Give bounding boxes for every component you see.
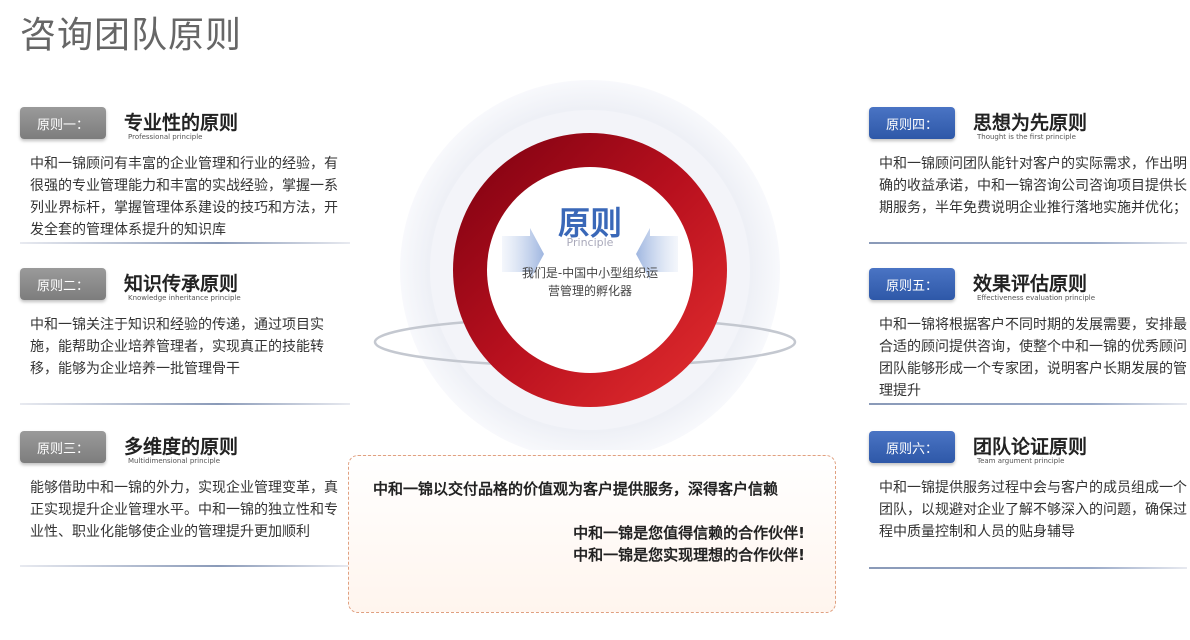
principle-card-1: 原则一： 专业性的原则 Professional principle 中和一锦顾…: [20, 107, 350, 247]
divider: [869, 567, 1187, 569]
center-subtitle: Principle: [566, 236, 614, 249]
principle-body-2: 中和一锦关注于知识和经验的传递，通过项目实施，能帮助企业培养管理者，实现真正的技…: [30, 317, 324, 377]
principle-card-3: 原则三： 多维度的原则 Multidimensional principle 能…: [20, 431, 350, 571]
principle-body-3: 能够借助中和一锦的外力，实现企业管理变革，真正实现提升企业管理水平。中和一锦的独…: [30, 480, 338, 540]
principle-subtitle-2: Knowledge inheritance principle: [128, 294, 241, 302]
principle-badge-1: 原则一：: [20, 107, 106, 139]
callout-statement: 中和一锦以交付品格的价值观为客户提供服务，深得客户信赖: [373, 480, 779, 498]
principle-title-3: 多维度的原则: [124, 436, 239, 458]
principle-badge-2: 原则二：: [20, 268, 106, 300]
principle-subtitle-3: Multidimensional principle: [128, 457, 221, 465]
principle-card-6: 原则六： 团队论证原则 Team argument principle 中和一锦…: [869, 431, 1189, 571]
divider: [869, 403, 1187, 405]
principle-title-5: 效果评估原则: [973, 273, 1088, 295]
callout-box: 中和一锦以交付品格的价值观为客户提供服务，深得客户信赖 中和一锦是您值得信赖的合…: [348, 455, 836, 613]
principle-title-4: 思想为先原则: [973, 112, 1088, 134]
principle-body-4: 中和一锦顾问团队能针对客户的实际需求，作出明确的收益承诺，中和一锦咨询公司咨询项…: [879, 156, 1187, 216]
principle-badge-5: 原则五：: [869, 268, 955, 300]
callout-slogan-1: 中和一锦是您值得信赖的合作伙伴!: [573, 524, 805, 542]
principle-body-5: 中和一锦将根据客户不同时期的发展需要，安排最合适的顾问提供咨询，使整个中和一锦的…: [879, 317, 1187, 399]
page-title: 咨询团队原则: [20, 15, 243, 56]
principle-badge-4: 原则四：: [869, 107, 955, 139]
principle-card-2: 原则二： 知识传承原则 Knowledge inheritance princi…: [20, 268, 350, 408]
divider: [869, 242, 1187, 244]
principle-badge-6: 原则六：: [869, 431, 955, 463]
divider: [20, 242, 350, 244]
center-ring-graphic: [373, 80, 797, 450]
center-description: 我们是-中国中小型组织运营管理的孵化器: [521, 266, 659, 298]
principle-title-6: 团队论证原则: [973, 436, 1088, 458]
divider: [20, 403, 350, 405]
principle-card-5: 原则五： 效果评估原则 Effectiveness evaluation pri…: [869, 268, 1189, 408]
principle-title-1: 专业性的原则: [124, 112, 239, 134]
principle-body-6: 中和一锦提供服务过程中会与客户的成员组成一个团队，以规避对企业了解不够深入的问题…: [879, 480, 1187, 540]
divider: [20, 565, 350, 567]
principle-subtitle-1: Professional principle: [128, 133, 203, 141]
principle-card-4: 原则四： 思想为先原则 Thought is the first princip…: [869, 107, 1189, 247]
principle-title-2: 知识传承原则: [124, 273, 239, 295]
principle-subtitle-5: Effectiveness evaluation principle: [977, 294, 1096, 302]
principle-body-1: 中和一锦顾问有丰富的企业管理和行业的经验，有很强的专业管理能力和丰富的实战经验，…: [30, 156, 338, 238]
callout-slogan-2: 中和一锦是您实现理想的合作伙伴!: [573, 546, 805, 564]
principle-subtitle-4: Thought is the first principle: [977, 133, 1076, 141]
principle-subtitle-6: Team argument principle: [977, 457, 1065, 465]
principle-badge-3: 原则三：: [20, 431, 106, 463]
